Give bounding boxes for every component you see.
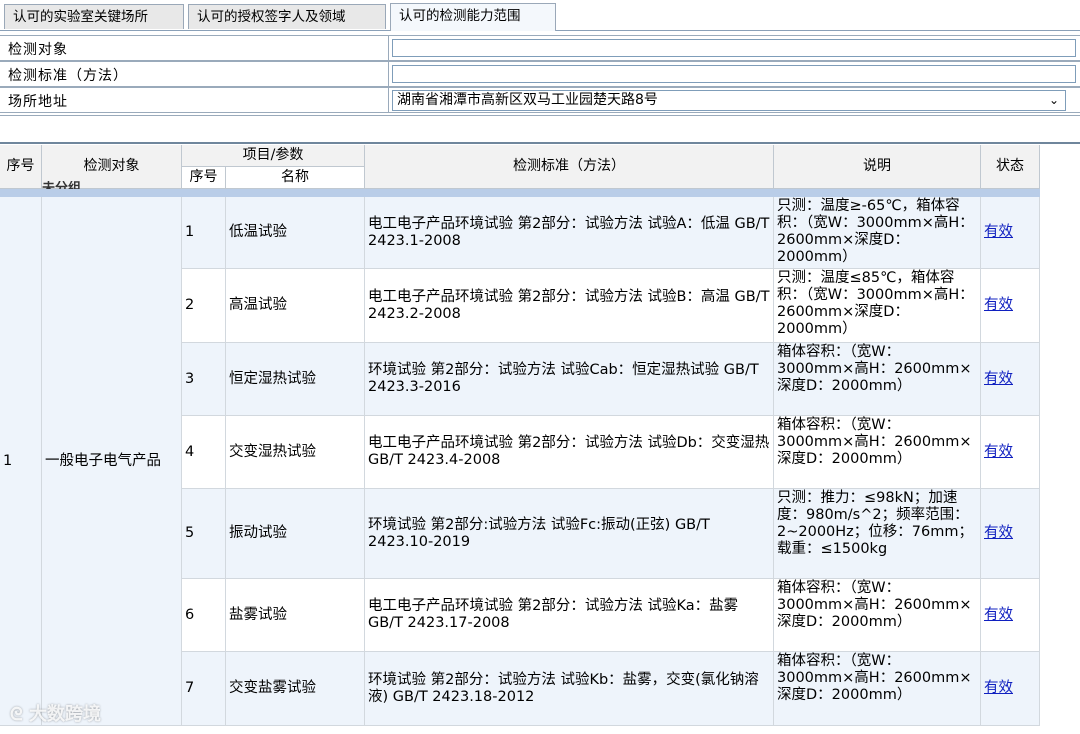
row-note: 箱体容积：（宽W：3000mm×高H：2600mm×深度D：2000mm） <box>774 579 981 652</box>
status-link[interactable]: 有效 <box>984 607 1013 624</box>
row-standard: 电工电子产品环境试验 第2部分：试验方法 试验B：高温 GB/T 2423.2-… <box>365 269 774 343</box>
watermark-text: 大数跨境 <box>28 704 101 725</box>
row-seq: 1 <box>182 197 226 269</box>
header-note[interactable]: 说明 <box>774 145 981 189</box>
group-stub: 未分组 <box>42 181 82 189</box>
row-seq: 7 <box>182 652 226 726</box>
row-name: 振动试验 <box>226 489 365 579</box>
status-link[interactable]: 有效 <box>984 680 1013 697</box>
row-status: 有效 <box>981 269 1040 343</box>
address-select-value: 湖南省湘潭市高新区双马工业园楚天路8号 <box>397 92 658 108</box>
address-select[interactable]: 湖南省湘潭市高新区双马工业园楚天路8号 ⌄ <box>392 90 1066 111</box>
row-standard: 电工电子产品环境试验 第2部分：试验方法 试验Ka：盐雾 GB/T 2423.1… <box>365 579 774 652</box>
row-status: 有效 <box>981 343 1040 416</box>
standard-input[interactable] <box>392 65 1076 83</box>
row-standard: 环境试验 第2部分:试验方法 试验Fc:振动(正弦) GB/T 2423.10-… <box>365 489 774 579</box>
object-input[interactable] <box>392 39 1076 57</box>
header-sub-seq[interactable]: 序号 <box>182 167 226 189</box>
row-standard: 环境试验 第2部分：试验方法 试验Kb：盐雾，交变(氯化钠溶液) GB/T 24… <box>365 652 774 726</box>
chevron-down-icon: ⌄ <box>1048 93 1059 107</box>
filter-row-address: 场所地址 湖南省湘潭市高新区双马工业园楚天路8号 ⌄ <box>0 87 1080 113</box>
object-label: 检测对象 <box>8 42 68 58</box>
row-seq: 4 <box>182 416 226 489</box>
header-item-param: 项目/参数 <box>182 145 365 167</box>
header-standard[interactable]: 检测标准（方法） <box>365 145 774 189</box>
status-link[interactable]: 有效 <box>984 444 1013 461</box>
row-name: 低温试验 <box>226 197 365 269</box>
row-status: 有效 <box>981 579 1040 652</box>
row-note: 箱体容积：（宽W：3000mm×高H：2600mm×深度D：2000mm） <box>774 652 981 726</box>
filter-row-standard: 检测标准（方法） <box>0 61 1080 87</box>
toolbar-spacer <box>0 115 1080 144</box>
row-name: 交变盐雾试验 <box>226 652 365 726</box>
row-status: 有效 <box>981 652 1040 726</box>
filter-row-object: 检测对象 <box>0 35 1080 61</box>
divider <box>388 88 389 112</box>
watermark-logo-icon: ᘓ <box>10 704 23 725</box>
header-seq[interactable]: 序号 <box>0 145 42 189</box>
tab-bar: 认可的实验室关键场所 认可的授权签字人及领域 认可的检测能力范围 <box>0 0 1080 31</box>
group-seq: 1 <box>0 197 42 726</box>
row-seq: 2 <box>182 269 226 343</box>
status-link[interactable]: 有效 <box>984 297 1013 314</box>
row-standard: 环境试验 第2部分：试验方法 试验Cab：恒定湿热试验 GB/T 2423.3-… <box>365 343 774 416</box>
row-name: 高温试验 <box>226 269 365 343</box>
divider <box>388 36 389 60</box>
group-object: 一般电子电气产品 <box>42 197 182 726</box>
address-label: 场所地址 <box>8 94 68 110</box>
row-name: 交变湿热试验 <box>226 416 365 489</box>
group-bar <box>0 189 1040 197</box>
row-status: 有效 <box>981 489 1040 579</box>
table-header: 序号 检测对象 项目/参数 序号 名称 检测标准（方法） 说明 状态 <box>0 145 1040 189</box>
tab-signatories[interactable]: 认可的授权签字人及领域 <box>188 4 386 29</box>
tab-lab-key-sites[interactable]: 认可的实验室关键场所 <box>4 4 184 29</box>
status-link[interactable]: 有效 <box>984 371 1013 388</box>
status-link[interactable]: 有效 <box>984 525 1013 542</box>
tab-test-capability[interactable]: 认可的检测能力范围 <box>390 3 556 31</box>
row-note: 只测：温度≤85℃，箱体容积：（宽W：3000mm×高H：2600mm×深度D：… <box>774 269 981 343</box>
divider <box>388 62 389 86</box>
row-seq: 6 <box>182 579 226 652</box>
row-standard: 电工电子产品环境试验 第2部分：试验方法 试验A：低温 GB/T 2423.1-… <box>365 197 774 269</box>
standard-label: 检测标准（方法） <box>8 68 128 84</box>
row-name: 盐雾试验 <box>226 579 365 652</box>
row-note: 箱体容积：（宽W：3000mm×高H：2600mm×深度D：2000mm） <box>774 343 981 416</box>
row-name: 恒定湿热试验 <box>226 343 365 416</box>
row-seq: 5 <box>182 489 226 579</box>
status-link[interactable]: 有效 <box>984 224 1013 241</box>
row-note: 只测：推力：≤98kN；加速度：980m/s^2；频率范围：2~2000Hz；位… <box>774 489 981 579</box>
header-status[interactable]: 状态 <box>981 145 1040 189</box>
row-status: 有效 <box>981 197 1040 269</box>
row-status: 有效 <box>981 416 1040 489</box>
watermark: ᘓ 大数跨境 <box>10 700 101 726</box>
row-note: 只测：温度≥-65℃，箱体容积：（宽W：3000mm×高H：2600mm×深度D… <box>774 197 981 269</box>
row-standard: 电工电子产品环境试验 第2部分：试验方法 试验Db：交变湿热 GB/T 2423… <box>365 416 774 489</box>
header-name[interactable]: 名称 <box>226 167 365 189</box>
row-note: 箱体容积：（宽W：3000mm×高H：2600mm×深度D：2000mm） <box>774 416 981 489</box>
row-seq: 3 <box>182 343 226 416</box>
